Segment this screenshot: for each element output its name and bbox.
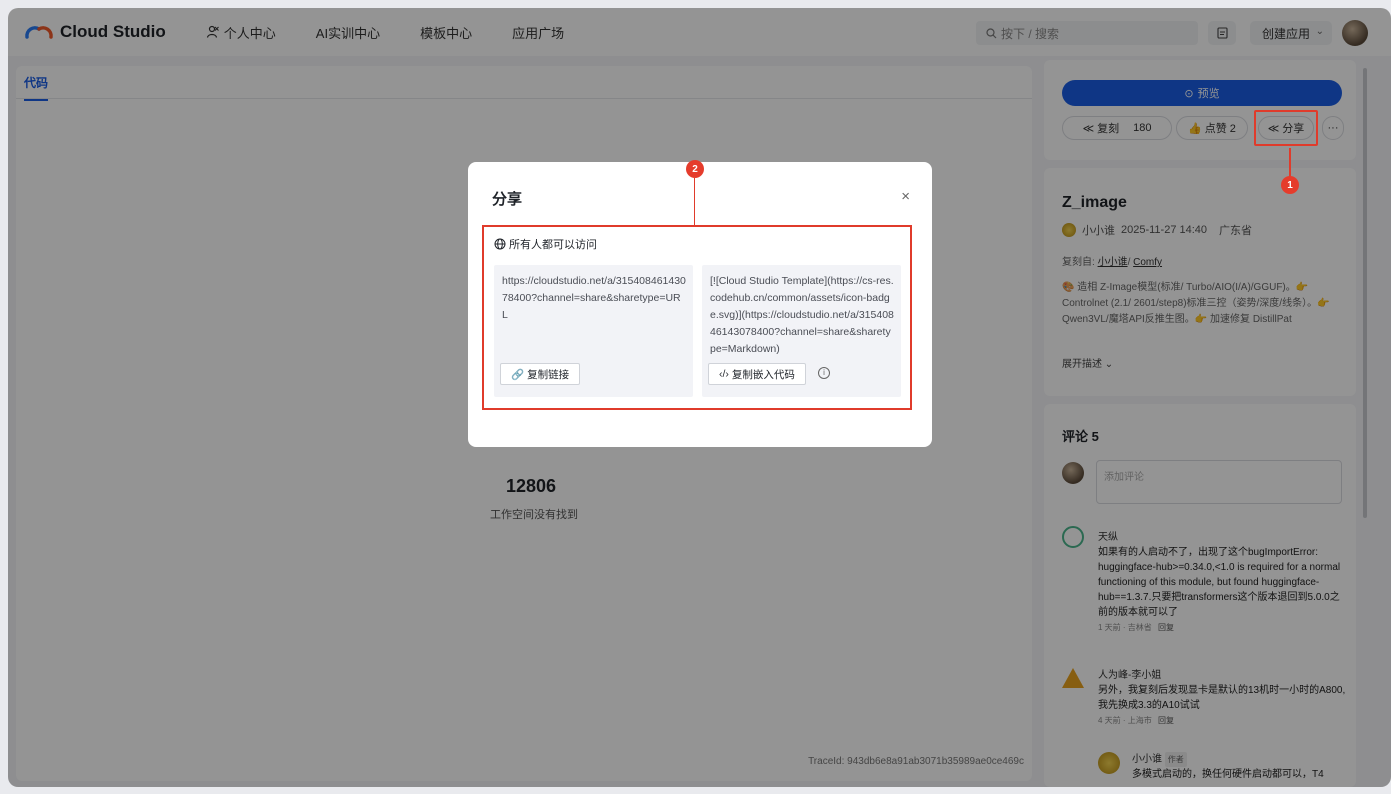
- code-icon: ‹/›: [719, 368, 729, 380]
- visibility-setting[interactable]: 所有人都可以访问: [494, 236, 597, 252]
- annotation-badge-2: 2: [686, 160, 704, 178]
- globe-icon: [494, 238, 506, 250]
- share-modal: 分享 × 2 所有人都可以访问 https://cloudstudio.net/…: [468, 160, 932, 447]
- info-icon[interactable]: i: [818, 367, 830, 379]
- visibility-label: 所有人都可以访问: [509, 239, 597, 251]
- share-options-highlight: 所有人都可以访问 https://cloudstudio.net/a/31540…: [482, 225, 912, 410]
- annotation-badge-1: 1: [1281, 176, 1299, 194]
- embed-markdown-text: [![Cloud Studio Template](https://cs-res…: [710, 275, 894, 355]
- share-button-highlight: [1254, 110, 1318, 146]
- copy-link-button[interactable]: 🔗 复制链接: [500, 363, 581, 385]
- copy-link-label: 复制链接: [527, 368, 570, 381]
- link-icon: 🔗: [511, 368, 525, 381]
- copy-embed-label: 复制嵌入代码: [731, 368, 795, 381]
- annotation-connector: [1289, 148, 1291, 178]
- app-window: Cloud Studio 个人中心 AI实训中心 模板中心 应用广场 按下 / …: [8, 8, 1391, 787]
- url-share-card: https://cloudstudio.net/a/31540846143078…: [494, 265, 693, 397]
- close-icon[interactable]: ×: [901, 188, 910, 205]
- copy-embed-button[interactable]: ‹/› 复制嵌入代码: [708, 363, 806, 385]
- annotation-connector: [694, 178, 695, 226]
- embed-share-card: [![Cloud Studio Template](https://cs-res…: [702, 265, 901, 397]
- share-url-text: https://cloudstudio.net/a/31540846143078…: [502, 275, 686, 321]
- modal-title: 分享: [492, 191, 523, 208]
